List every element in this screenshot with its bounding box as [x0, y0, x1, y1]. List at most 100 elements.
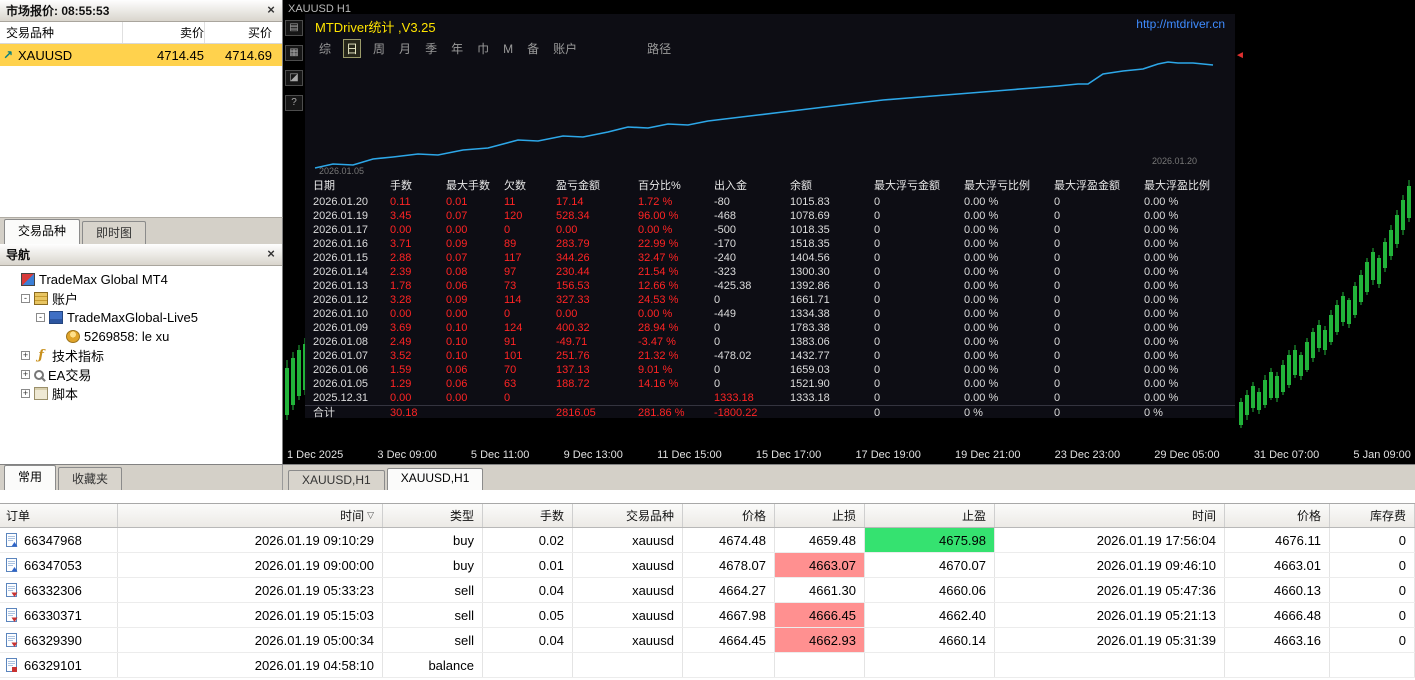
stats-total-row: 合计 30.18 2816.05 281.86 % -1800.22 0 0 % 0 0 %	[305, 405, 1235, 418]
tree-item[interactable]: + 脚本	[2, 384, 282, 403]
stats-cell: 0	[874, 336, 881, 348]
column-bid[interactable]: 卖价	[122, 22, 204, 43]
order-row[interactable]: 66330371 2026.01.19 05:15:03 sell 0.05 xauus…	[0, 603, 1415, 628]
stats-cell: 1018.35	[790, 224, 830, 236]
collapse-box-icon[interactable]: -	[21, 294, 30, 303]
stats-cell: 0	[874, 196, 881, 208]
stats-panel-link[interactable]: http://mtdriver.cn	[1136, 17, 1225, 31]
stats-header-cell: 盈亏金额	[556, 180, 600, 192]
stats-cell: 21.54 %	[638, 266, 679, 278]
stats-menu-item[interactable]: 年	[449, 40, 465, 57]
orders-header-5[interactable]: 价格	[683, 504, 775, 527]
stats-cell: 0.00 %	[964, 336, 999, 348]
stats-cell: 188.72	[556, 378, 590, 390]
tree-item[interactable]: - 账户	[2, 289, 282, 308]
order-row[interactable]: 66329101 2026.01.19 04:58:10 balance	[0, 653, 1415, 678]
stats-cell: 0	[1054, 378, 1061, 390]
expand-box-icon[interactable]: +	[21, 370, 30, 379]
stats-cell: 0.11	[390, 196, 411, 208]
expand-box-icon[interactable]: +	[21, 389, 30, 398]
order-cell: 4662.93	[775, 628, 865, 652]
stats-cell: 0.00	[446, 308, 468, 320]
order-cell: xauusd	[573, 578, 683, 602]
stats-cell: 0.00	[390, 392, 412, 404]
expand-box-icon[interactable]: +	[21, 351, 30, 360]
stats-cell: 1404.56	[790, 252, 830, 264]
order-type-icon	[6, 632, 18, 647]
objects-icon[interactable]: ▦	[285, 45, 303, 61]
orders-header-8[interactable]: 时间	[995, 504, 1225, 527]
orders-header-7[interactable]: 止盈	[865, 504, 995, 527]
order-cell: 2026.01.19 09:00:00	[118, 553, 383, 577]
help-icon[interactable]: ?	[285, 95, 303, 111]
stats-cell: 0	[504, 308, 511, 320]
stats-cell: 2026.01.20	[313, 196, 369, 208]
column-symbol[interactable]: 交易品种	[0, 22, 122, 43]
order-cell-id: 66332306	[0, 578, 118, 602]
orders-header-2[interactable]: 类型	[383, 504, 483, 527]
stats-cell: 0.00 %	[1144, 392, 1179, 404]
chart-window[interactable]: XAUUSD H1 ▤ ▦ ◪? ◄ MTDriver统计 ,V3.25 http:…	[283, 0, 1415, 464]
order-cell: 4659.48	[775, 528, 865, 552]
tree-item[interactable]: - TradeMaxGlobal-Live5	[2, 308, 282, 327]
order-row[interactable]: 66347968 2026.01.19 09:10:29 buy 0.02 xauusd…	[0, 528, 1415, 553]
collapse-box-icon[interactable]: -	[36, 313, 45, 322]
stats-cell: -468	[714, 210, 737, 222]
order-row[interactable]: 66332306 2026.01.19 05:33:23 sell 0.04 xauus…	[0, 578, 1415, 603]
stats-cell: 1.29	[390, 378, 412, 390]
stats-cell: -449	[714, 308, 737, 320]
tree-item[interactable]: + EA交易	[2, 365, 282, 384]
stats-cell: 0.00 %	[1144, 336, 1179, 348]
order-cell: 2026.01.19 05:31:39	[995, 628, 1225, 652]
stats-cell: 281.86 %	[638, 407, 685, 418]
tree-item[interactable]: 5269858: le xu	[2, 327, 282, 346]
orders-header-0[interactable]: 订单	[0, 504, 118, 527]
order-cell: 2026.01.19 05:15:03	[118, 603, 383, 627]
stats-menu-item[interactable]: 巾	[475, 40, 491, 57]
market-watch-tab-1[interactable]: 即时图	[82, 221, 147, 244]
orders-header-9[interactable]: 价格	[1225, 504, 1330, 527]
symbol-row-xauusd[interactable]: ↗ XAUUSD 4714.45 4714.69	[0, 44, 282, 66]
market-watch-tab-0[interactable]: 交易品种	[4, 219, 81, 244]
order-row[interactable]: 66329390 2026.01.19 05:00:34 sell 0.04 xauus…	[0, 628, 1415, 653]
order-row[interactable]: 66347053 2026.01.19 09:00:00 buy 0.01 xauusd…	[0, 553, 1415, 578]
navigator-tab-1[interactable]: 收藏夹	[58, 467, 123, 490]
chart-tab-1[interactable]: XAUUSD,H1	[386, 468, 484, 490]
tree-item[interactable]: + ƒ 技术指标	[2, 346, 282, 365]
orders-header-4[interactable]: 交易品种	[573, 504, 683, 527]
stats-cell: 2026.01.17	[313, 224, 369, 236]
order-cell: 0	[1330, 578, 1415, 602]
close-icon[interactable]: ×	[263, 247, 279, 262]
orders-header-6[interactable]: 止损	[775, 504, 865, 527]
orders-header-10[interactable]: 库存费	[1330, 504, 1415, 527]
tree-item-label: TradeMaxGlobal-Live5	[67, 310, 199, 325]
stats-cell: 0	[1054, 407, 1061, 418]
stats-cell: 2026.01.13	[313, 280, 369, 292]
stats-menu-item[interactable]: 路径	[645, 40, 673, 57]
stats-menu-item[interactable]: 季	[423, 40, 439, 57]
stats-cell: 0.00 %	[964, 392, 999, 404]
stats-cell	[556, 391, 638, 405]
orders-header-3[interactable]: 手数	[483, 504, 573, 527]
chart-tab-0[interactable]: XAUUSD,H1	[288, 470, 385, 490]
stats-menu-item[interactable]: 备	[525, 40, 541, 57]
stats-cell: 1334.38	[790, 308, 830, 320]
stats-menu-item[interactable]: 月	[397, 40, 413, 57]
stats-cell	[790, 406, 874, 418]
stats-menu-item[interactable]: 周	[371, 40, 387, 57]
stats-menu-item[interactable]: M	[501, 42, 515, 56]
orders-header-1[interactable]: 时间 ▽	[118, 504, 383, 527]
stats-cell: 2816.05	[556, 407, 596, 418]
close-icon[interactable]: ×	[263, 3, 279, 18]
navigator-tab-0[interactable]: 常用	[4, 465, 57, 490]
chart-panel-icon[interactable]: ▤	[285, 20, 303, 36]
stats-cell: 2026.01.10	[313, 308, 369, 320]
tree-item[interactable]: TradeMax Global MT4	[2, 270, 282, 289]
stats-menu-item[interactable]: 账户	[551, 40, 579, 57]
stats-menu-item[interactable]: 综	[317, 40, 333, 57]
stats-cell: 0.09	[446, 294, 468, 306]
indicator-list-icon[interactable]: ◪	[285, 70, 303, 86]
column-ask[interactable]: 买价	[204, 22, 280, 43]
stats-cell: 89	[504, 238, 517, 250]
stats-cell: -3.47 %	[638, 336, 676, 348]
